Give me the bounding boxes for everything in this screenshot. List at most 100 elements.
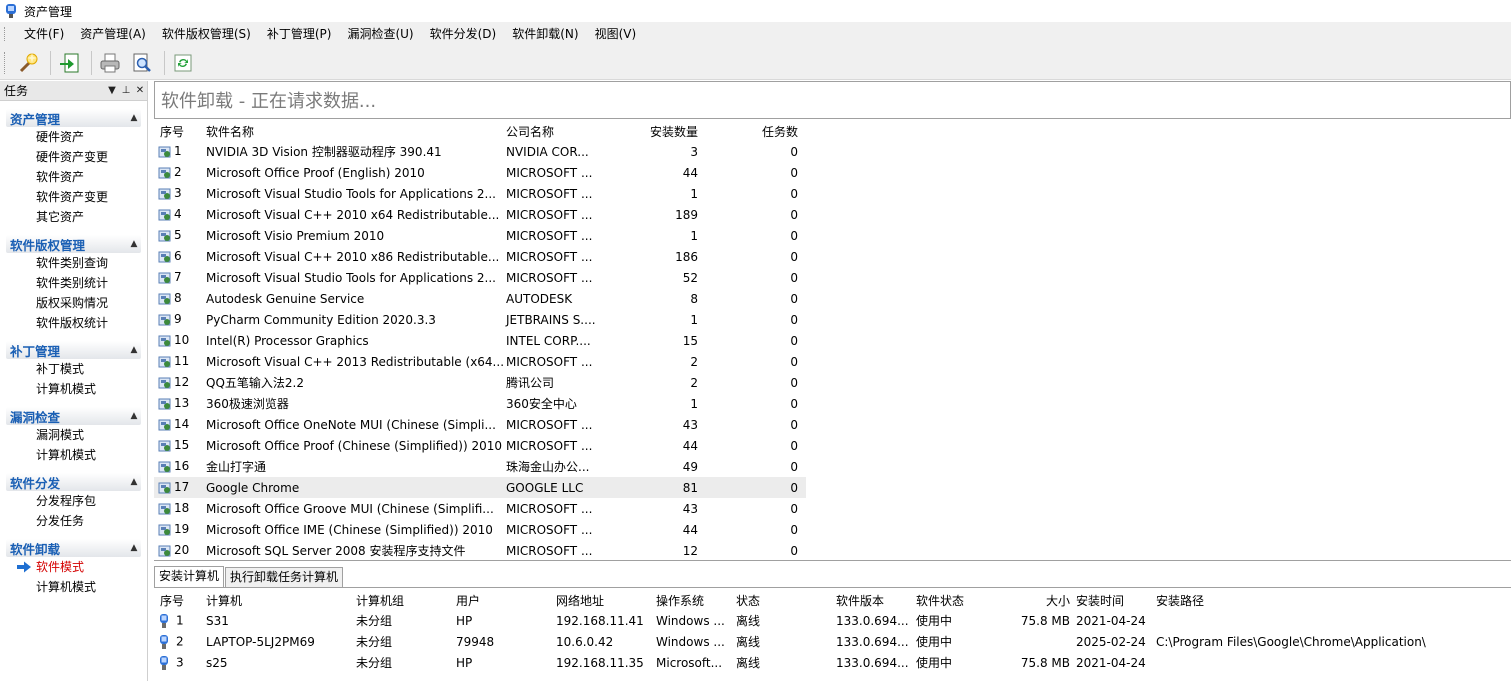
task-hardware-assets[interactable]: 硬件资产 [6,127,141,147]
software-package-icon [158,188,171,200]
column-header-index[interactable]: 序号 [154,592,204,609]
column-header-task-count[interactable]: 任务数 [702,123,802,140]
group-header[interactable]: 软件版权管理 ▲ [6,235,141,253]
task-other-assets[interactable]: 其它资产 [6,207,141,227]
pin-icon[interactable]: ⊥ [119,85,133,96]
table-row[interactable]: 1 NVIDIA 3D Vision 控制器驱动程序 390.41 NVIDIA C… [154,141,806,162]
row-index: 2 [154,634,204,650]
tab-installed-computers[interactable]: 安装计算机 [154,566,225,587]
table-row[interactable]: 20 Microsoft SQL Server 2008 安装程序支持文件 MICR… [154,540,806,561]
table-row[interactable]: 11 Microsoft Visual C++ 2013 Redistributa… [154,351,806,372]
column-header-user[interactable]: 用户 [454,592,554,609]
dropdown-arrow-icon[interactable]: ▼ [105,85,119,96]
table-row[interactable]: 9 PyCharm Community Edition 2020.3.3 JETBR… [154,309,806,330]
column-header-computer[interactable]: 计算机 [204,592,354,609]
table-row[interactable]: 4 Microsoft Visual C++ 2010 x64 Redistrib… [154,204,806,225]
task-count: 0 [790,543,798,558]
menu-software-license[interactable]: 软件版权管理(S) [154,22,259,46]
column-header-network-address[interactable]: 网络地址 [554,592,654,609]
column-header-software-version[interactable]: 软件版本 [834,592,914,609]
collapse-chevron-icon[interactable]: ▲ [127,113,141,123]
table-row[interactable]: 15 Microsoft Office Proof (Chinese (Simpl… [154,435,806,456]
column-header-index[interactable]: 序号 [154,123,204,140]
table-row[interactable]: 16 金山打字通 珠海金山办公... 49 0 [154,456,806,477]
collapse-chevron-icon[interactable]: ▲ [127,411,141,421]
close-icon[interactable]: ✕ [133,85,147,96]
task-computer-mode[interactable]: 计算机模式 [6,445,141,465]
table-row[interactable]: 19 Microsoft Office IME (Chinese (Simplif… [154,519,806,540]
print-button[interactable] [96,49,124,77]
group-header[interactable]: 漏洞检查 ▲ [6,407,141,425]
table-row[interactable]: 1 S31 未分组 HP 192.168.11.41 Windows ... 离线 133.0… [154,610,1511,631]
task-computer-mode[interactable]: 计算机模式 [6,577,141,597]
column-header-computer-group[interactable]: 计算机组 [354,592,454,609]
task-count: 0 [790,480,798,495]
column-header-software-status[interactable]: 软件状态 [914,592,994,609]
export-button[interactable] [55,49,83,77]
column-header-software-name[interactable]: 软件名称 [204,123,504,140]
collapse-chevron-icon[interactable]: ▲ [127,345,141,355]
task-software-category-stats[interactable]: 软件类别统计 [6,273,141,293]
table-row[interactable]: 12 QQ五笔输入法2.2 腾讯公司 2 0 [154,372,806,393]
task-hardware-asset-changes[interactable]: 硬件资产变更 [6,147,141,167]
collapse-chevron-icon[interactable]: ▲ [127,239,141,249]
table-row[interactable]: 3 Microsoft Visual Studio Tools for Appli… [154,183,806,204]
tab-uninstall-task-computers[interactable]: 执行卸载任务计算机 [225,567,344,587]
title-bar: 资产管理 [0,0,1511,22]
task-software-category-query[interactable]: 软件类别查询 [6,253,141,273]
group-header[interactable]: 软件分发 ▲ [6,473,141,491]
task-software-asset-changes[interactable]: 软件资产变更 [6,187,141,207]
menu-patch-management[interactable]: 补丁管理(P) [259,22,340,46]
table-row[interactable]: 5 Microsoft Visio Premium 2010 MICROSOFT .… [154,225,806,246]
menu-file[interactable]: 文件(F) [16,22,72,46]
table-row[interactable]: 8 Autodesk Genuine Service AUTODESK 8 0 [154,288,806,309]
column-header-install-time[interactable]: 安装时间 [1074,592,1154,609]
task-license-stats[interactable]: 软件版权统计 [6,313,141,333]
task-patch-mode[interactable]: 补丁模式 [6,359,141,379]
refresh-button[interactable] [169,49,197,77]
column-header-size[interactable]: 大小 [994,592,1074,609]
toolbar-grip[interactable] [4,51,8,74]
group-header[interactable]: 资产管理 ▲ [6,109,141,127]
column-header-install-path[interactable]: 安装路径 [1154,592,1491,609]
menu-asset-management[interactable]: 资产管理(A) [72,22,154,46]
software-package-icon [158,146,171,158]
software-version: 133.0.694... [836,613,909,628]
print-preview-button[interactable] [128,49,156,77]
window-title: 资产管理 [24,4,73,19]
task-license-purchases[interactable]: 版权采购情况 [6,293,141,313]
table-row[interactable]: 18 Microsoft Office Groove MUI (Chinese (… [154,498,806,519]
table-row[interactable]: 3 s25 未分组 HP 192.168.11.35 Microsoft... 离线 133.… [154,652,1511,673]
computer-group: 未分组 [356,635,393,649]
table-row[interactable]: 7 Microsoft Visual Studio Tools for Appli… [154,267,806,288]
task-distribution-tasks[interactable]: 分发任务 [6,511,141,531]
table-row[interactable]: 2 Microsoft Office Proof (English) 2010 MI… [154,162,806,183]
menu-software-distribution[interactable]: 软件分发(D) [422,22,505,46]
group-header[interactable]: 软件卸载 ▲ [6,539,141,557]
task-computer-mode[interactable]: 计算机模式 [6,379,141,399]
task-software-mode[interactable]: 软件模式 [6,557,141,577]
table-row[interactable]: 2 LAPTOP-5LJ2PM69 未分组 79948 10.6.0.42 Windows… [154,631,1511,652]
column-header-status[interactable]: 状态 [734,592,834,609]
table-row[interactable]: 14 Microsoft Office OneNote MUI (Chinese … [154,414,806,435]
group-header[interactable]: 补丁管理 ▲ [6,341,141,359]
table-row[interactable]: 17 Google Chrome GOOGLE LLC 81 0 [154,477,806,498]
table-row[interactable]: 13 360极速浏览器 360安全中心 1 0 [154,393,806,414]
menu-view[interactable]: 视图(V) [587,22,645,46]
task-distribution-packages[interactable]: 分发程序包 [6,491,141,511]
column-header-os[interactable]: 操作系统 [654,592,734,609]
search-wand-button[interactable] [14,49,42,77]
collapse-chevron-icon[interactable]: ▲ [127,477,141,487]
menu-grip[interactable] [4,27,8,41]
column-header-company[interactable]: 公司名称 [504,123,624,140]
task-count: 0 [790,186,798,201]
task-vulnerability-mode[interactable]: 漏洞模式 [6,425,141,445]
computer-icon [160,613,168,628]
task-software-assets[interactable]: 软件资产 [6,167,141,187]
menu-vulnerability-check[interactable]: 漏洞检查(U) [339,22,421,46]
column-header-install-count[interactable]: 安装数量 [624,123,702,140]
table-row[interactable]: 10 Intel(R) Processor Graphics INTEL CORP.… [154,330,806,351]
menu-software-uninstall[interactable]: 软件卸载(N) [504,22,586,46]
table-row[interactable]: 6 Microsoft Visual C++ 2010 x86 Redistrib… [154,246,806,267]
collapse-chevron-icon[interactable]: ▲ [127,543,141,553]
